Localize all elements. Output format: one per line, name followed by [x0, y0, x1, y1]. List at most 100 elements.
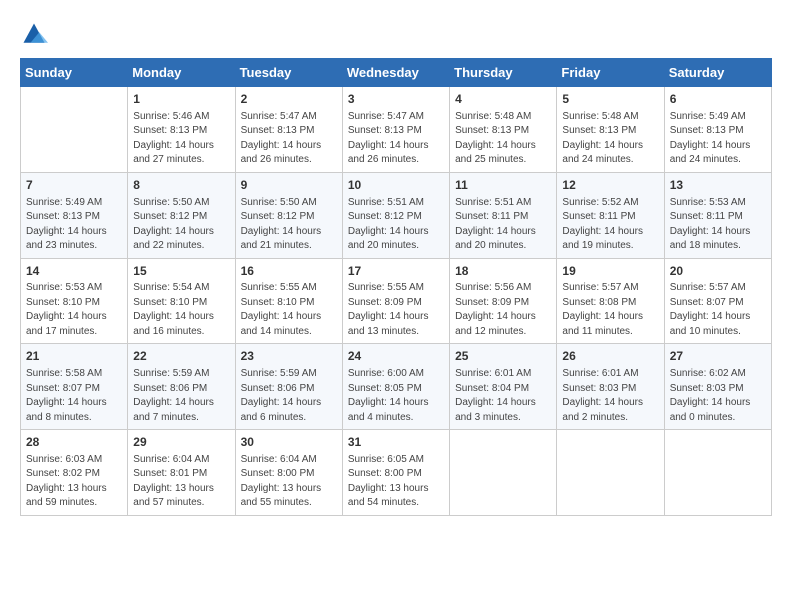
calendar-cell: 15Sunrise: 5:54 AM Sunset: 8:10 PM Dayli…	[128, 258, 235, 344]
calendar-cell: 13 Sunrise: 5:53 AM Sunset: 8:11 PM Dayli…	[664, 172, 771, 258]
day-number: 17	[348, 263, 444, 280]
cell-content: Sunrise: 5:59 AM Sunset: 8:06 PM Dayligh…	[241, 367, 337, 425]
calendar-cell: 26 Sunrise: 6:01 AM Sunset: 8:03 PM Dayli…	[557, 344, 664, 430]
cell-content: Sunrise: 5:54 AM Sunset: 8:10 PM Dayligh…	[133, 281, 229, 339]
calendar-cell: 22Sunrise: 5:59 AM Sunset: 8:06 PM Dayli…	[128, 344, 235, 430]
calendar-cell: 7 Sunrise: 5:49 AM Sunset: 8:13 PM Daylig…	[21, 172, 128, 258]
cell-content: Sunrise: 6:01 AM Sunset: 8:04 PM Dayligh…	[455, 367, 551, 425]
day-number: 21	[26, 348, 122, 365]
calendar-cell: 10Sunrise: 5:51 AM Sunset: 8:12 PM Dayli…	[342, 172, 449, 258]
day-number: 3	[348, 91, 444, 108]
cell-content: Sunrise: 5:57 AM Sunset: 8:07 PM Dayligh…	[670, 281, 766, 339]
day-number: 5	[562, 91, 658, 108]
week-row-2: 14Sunrise: 5:53 AM Sunset: 8:10 PM Dayli…	[21, 258, 772, 344]
calendar-cell: 1 Sunrise: 5:46 AM Sunset: 8:13 PM Daylig…	[128, 87, 235, 173]
calendar-cell	[450, 430, 557, 516]
day-number: 30	[241, 434, 337, 451]
calendar-cell: 17Sunrise: 5:55 AM Sunset: 8:09 PM Dayli…	[342, 258, 449, 344]
calendar-cell	[21, 87, 128, 173]
header-row: SundayMondayTuesdayWednesdayThursdayFrid…	[21, 59, 772, 87]
cell-content: Sunrise: 5:59 AM Sunset: 8:06 PM Dayligh…	[133, 367, 229, 425]
calendar-cell: 4 Sunrise: 5:48 AM Sunset: 8:13 PM Daylig…	[450, 87, 557, 173]
cell-content: Sunrise: 5:48 AM Sunset: 8:13 PM Dayligh…	[455, 110, 551, 168]
calendar-cell: 28 Sunrise: 6:03 AM Sunset: 8:02 PM Dayli…	[21, 430, 128, 516]
cell-content: Sunrise: 5:48 AM Sunset: 8:13 PM Dayligh…	[562, 110, 658, 168]
day-number: 20	[670, 263, 766, 280]
day-number: 9	[241, 177, 337, 194]
day-number: 19	[562, 263, 658, 280]
week-row-3: 21 Sunrise: 5:58 AM Sunset: 8:07 PM Dayli…	[21, 344, 772, 430]
cell-content: Sunrise: 5:57 AM Sunset: 8:08 PM Dayligh…	[562, 281, 658, 339]
logo	[20, 20, 52, 48]
col-header-wednesday: Wednesday	[342, 59, 449, 87]
col-header-monday: Monday	[128, 59, 235, 87]
calendar-cell: 9Sunrise: 5:50 AM Sunset: 8:12 PM Daylig…	[235, 172, 342, 258]
calendar-cell: 25 Sunrise: 6:01 AM Sunset: 8:04 PM Dayli…	[450, 344, 557, 430]
day-number: 26	[562, 348, 658, 365]
cell-content: Sunrise: 6:05 AM Sunset: 8:00 PM Dayligh…	[348, 453, 444, 511]
cell-content: Sunrise: 6:02 AM Sunset: 8:03 PM Dayligh…	[670, 367, 766, 425]
cell-content: Sunrise: 5:52 AM Sunset: 8:11 PM Dayligh…	[562, 196, 658, 254]
calendar-cell: 24 Sunrise: 6:00 AM Sunset: 8:05 PM Dayli…	[342, 344, 449, 430]
calendar-cell	[557, 430, 664, 516]
day-number: 25	[455, 348, 551, 365]
calendar-cell	[664, 430, 771, 516]
day-number: 11	[455, 177, 551, 194]
day-number: 31	[348, 434, 444, 451]
calendar-cell: 29 Sunrise: 6:04 AM Sunset: 8:01 PM Dayli…	[128, 430, 235, 516]
week-row-4: 28 Sunrise: 6:03 AM Sunset: 8:02 PM Dayli…	[21, 430, 772, 516]
calendar-table: SundayMondayTuesdayWednesdayThursdayFrid…	[20, 58, 772, 516]
col-header-tuesday: Tuesday	[235, 59, 342, 87]
cell-content: Sunrise: 6:01 AM Sunset: 8:03 PM Dayligh…	[562, 367, 658, 425]
calendar-cell: 30Sunrise: 6:04 AM Sunset: 8:00 PM Dayli…	[235, 430, 342, 516]
cell-content: Sunrise: 5:58 AM Sunset: 8:07 PM Dayligh…	[26, 367, 122, 425]
calendar-cell: 21 Sunrise: 5:58 AM Sunset: 8:07 PM Dayli…	[21, 344, 128, 430]
day-number: 28	[26, 434, 122, 451]
cell-content: Sunrise: 5:53 AM Sunset: 8:11 PM Dayligh…	[670, 196, 766, 254]
day-number: 4	[455, 91, 551, 108]
calendar-cell: 31 Sunrise: 6:05 AM Sunset: 8:00 PM Dayli…	[342, 430, 449, 516]
day-number: 2	[241, 91, 337, 108]
cell-content: Sunrise: 5:53 AM Sunset: 8:10 PM Dayligh…	[26, 281, 122, 339]
cell-content: Sunrise: 6:04 AM Sunset: 8:01 PM Dayligh…	[133, 453, 229, 511]
cell-content: Sunrise: 6:00 AM Sunset: 8:05 PM Dayligh…	[348, 367, 444, 425]
col-header-saturday: Saturday	[664, 59, 771, 87]
page-header	[20, 20, 772, 48]
calendar-cell: 11 Sunrise: 5:51 AM Sunset: 8:11 PM Dayli…	[450, 172, 557, 258]
logo-icon	[20, 20, 48, 48]
cell-content: Sunrise: 5:50 AM Sunset: 8:12 PM Dayligh…	[133, 196, 229, 254]
calendar-cell: 18Sunrise: 5:56 AM Sunset: 8:09 PM Dayli…	[450, 258, 557, 344]
day-number: 1	[133, 91, 229, 108]
week-row-0: 1 Sunrise: 5:46 AM Sunset: 8:13 PM Daylig…	[21, 87, 772, 173]
calendar-cell: 16Sunrise: 5:55 AM Sunset: 8:10 PM Dayli…	[235, 258, 342, 344]
calendar-cell: 19Sunrise: 5:57 AM Sunset: 8:08 PM Dayli…	[557, 258, 664, 344]
calendar-cell: 12 Sunrise: 5:52 AM Sunset: 8:11 PM Dayli…	[557, 172, 664, 258]
calendar-cell: 3 Sunrise: 5:47 AM Sunset: 8:13 PM Daylig…	[342, 87, 449, 173]
calendar-cell: 20Sunrise: 5:57 AM Sunset: 8:07 PM Dayli…	[664, 258, 771, 344]
day-number: 13	[670, 177, 766, 194]
cell-content: Sunrise: 5:49 AM Sunset: 8:13 PM Dayligh…	[26, 196, 122, 254]
cell-content: Sunrise: 5:47 AM Sunset: 8:13 PM Dayligh…	[241, 110, 337, 168]
calendar-cell: 5 Sunrise: 5:48 AM Sunset: 8:13 PM Daylig…	[557, 87, 664, 173]
day-number: 12	[562, 177, 658, 194]
calendar-cell: 14Sunrise: 5:53 AM Sunset: 8:10 PM Dayli…	[21, 258, 128, 344]
cell-content: Sunrise: 5:56 AM Sunset: 8:09 PM Dayligh…	[455, 281, 551, 339]
cell-content: Sunrise: 5:55 AM Sunset: 8:09 PM Dayligh…	[348, 281, 444, 339]
calendar-cell: 23Sunrise: 5:59 AM Sunset: 8:06 PM Dayli…	[235, 344, 342, 430]
day-number: 18	[455, 263, 551, 280]
col-header-sunday: Sunday	[21, 59, 128, 87]
cell-content: Sunrise: 5:51 AM Sunset: 8:11 PM Dayligh…	[455, 196, 551, 254]
cell-content: Sunrise: 5:46 AM Sunset: 8:13 PM Dayligh…	[133, 110, 229, 168]
calendar-cell: 6Sunrise: 5:49 AM Sunset: 8:13 PM Daylig…	[664, 87, 771, 173]
day-number: 16	[241, 263, 337, 280]
cell-content: Sunrise: 5:51 AM Sunset: 8:12 PM Dayligh…	[348, 196, 444, 254]
day-number: 14	[26, 263, 122, 280]
cell-content: Sunrise: 5:47 AM Sunset: 8:13 PM Dayligh…	[348, 110, 444, 168]
day-number: 24	[348, 348, 444, 365]
day-number: 7	[26, 177, 122, 194]
cell-content: Sunrise: 5:55 AM Sunset: 8:10 PM Dayligh…	[241, 281, 337, 339]
day-number: 29	[133, 434, 229, 451]
cell-content: Sunrise: 6:03 AM Sunset: 8:02 PM Dayligh…	[26, 453, 122, 511]
day-number: 6	[670, 91, 766, 108]
calendar-cell: 2 Sunrise: 5:47 AM Sunset: 8:13 PM Daylig…	[235, 87, 342, 173]
